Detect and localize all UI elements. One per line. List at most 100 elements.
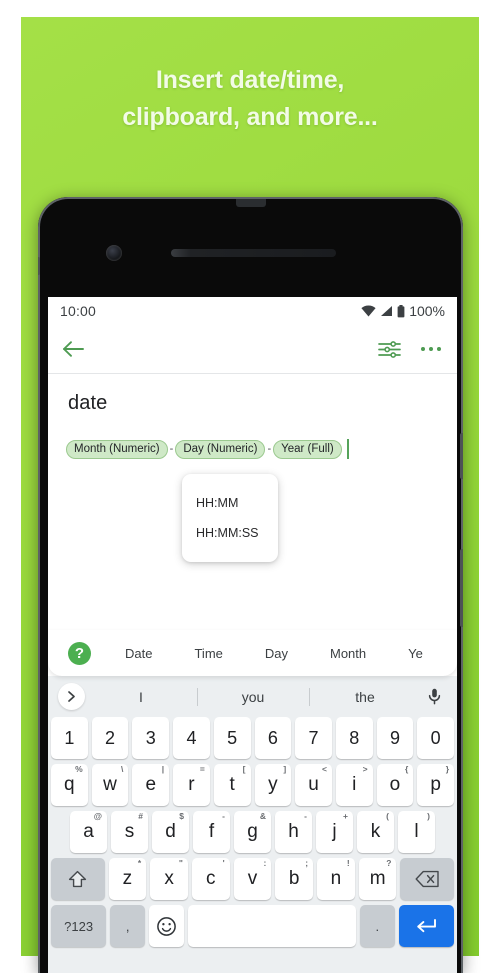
text-caret xyxy=(346,439,349,459)
promo-headline-line-2: clipboard, and more... xyxy=(122,103,378,131)
period-key[interactable]: . xyxy=(359,905,395,947)
symbols-key[interactable]: ?123 xyxy=(51,905,107,947)
key-i-sup: > xyxy=(362,764,368,774)
key-1[interactable]: 1 xyxy=(50,717,88,759)
key-y[interactable]: ] y xyxy=(254,764,292,806)
tab-year[interactable]: Ye xyxy=(408,646,423,661)
key-2[interactable]: 2 xyxy=(91,717,129,759)
key-3[interactable]: 3 xyxy=(132,717,170,759)
back-button[interactable] xyxy=(62,339,85,359)
key-z[interactable]: * z xyxy=(108,858,147,900)
suggestion-1[interactable]: I xyxy=(85,689,197,705)
space-key[interactable] xyxy=(188,905,356,947)
key-p[interactable]: } p xyxy=(417,764,455,806)
volume-button[interactable] xyxy=(460,549,463,627)
key-l[interactable]: ) l xyxy=(398,811,435,853)
key-f[interactable]: -f xyxy=(193,811,230,853)
battery-icon xyxy=(397,304,405,317)
overflow-menu-button[interactable] xyxy=(419,339,443,359)
key-s-label: s xyxy=(124,821,135,842)
editor-area: date Month (Numeric) - Day (Numeric) - Y… xyxy=(48,374,457,630)
key-t[interactable]: [t xyxy=(213,764,251,806)
token-chip-month[interactable]: Month (Numeric) xyxy=(66,439,168,459)
tab-month[interactable]: Month xyxy=(330,646,366,661)
token-chip-day[interactable]: Day (Numeric) xyxy=(175,439,266,459)
battery-percent-label: 100% xyxy=(409,303,445,319)
key-k-sup: ( xyxy=(386,811,389,821)
comma-key[interactable]: , xyxy=(110,905,146,947)
phone-device-frame: 10:00 100% date Month (Numeric) - Day (N… xyxy=(38,197,463,973)
key-0[interactable]: 0 xyxy=(417,717,455,759)
key-r[interactable]: = r xyxy=(173,764,210,806)
key-a[interactable]: @ a xyxy=(70,811,107,853)
key-m-sup: ? xyxy=(386,858,392,868)
key-h[interactable]: -h xyxy=(275,811,312,853)
voice-input-button[interactable] xyxy=(421,688,447,705)
key-j[interactable]: + j xyxy=(316,811,353,853)
key-g[interactable]: & g xyxy=(234,811,271,853)
key-i[interactable]: > i xyxy=(335,764,373,806)
key-o[interactable]: {o xyxy=(376,764,414,806)
key-r-sup: = xyxy=(199,764,205,774)
suggestion-2[interactable]: you xyxy=(197,689,309,705)
sensor-notch xyxy=(235,199,266,207)
tab-day[interactable]: Day xyxy=(265,646,288,661)
popup-item-hhmm[interactable]: HH:MM xyxy=(182,488,278,518)
key-g-label: g xyxy=(247,821,258,842)
key-8[interactable]: 8 xyxy=(335,717,373,759)
emoji-key[interactable] xyxy=(149,905,185,947)
key-s[interactable]: # s xyxy=(111,811,148,853)
key-z-sup: * xyxy=(137,858,142,868)
enter-key[interactable] xyxy=(398,905,455,947)
power-button[interactable] xyxy=(460,433,463,479)
suggestion-3[interactable]: the xyxy=(309,689,421,705)
backspace-key[interactable] xyxy=(400,858,454,900)
key-w-sup: \ xyxy=(121,764,124,774)
key-q[interactable]: % q xyxy=(50,764,88,806)
settings-tune-button[interactable] xyxy=(378,339,401,360)
key-p-sup: } xyxy=(445,764,450,774)
more-vert-icon-dot-1 xyxy=(421,347,425,351)
shift-key[interactable] xyxy=(51,858,105,900)
key-e-sup: | xyxy=(161,764,165,774)
key-i-label: i xyxy=(352,774,357,795)
key-w[interactable]: \ w xyxy=(91,764,129,806)
status-bar-clock: 10:00 xyxy=(60,303,97,319)
tab-time[interactable]: Time xyxy=(194,646,222,661)
key-c[interactable]: ' c xyxy=(191,858,230,900)
left-side-button[interactable] xyxy=(38,257,40,275)
key-q-sup: % xyxy=(75,764,83,774)
expand-suggestions-button[interactable] xyxy=(58,683,85,710)
key-b[interactable]: ; b xyxy=(275,858,314,900)
key-l-label: l xyxy=(414,821,419,842)
tab-date[interactable]: Date xyxy=(125,646,152,661)
key-m-label: m xyxy=(369,868,386,889)
key-4[interactable]: 4 xyxy=(173,717,210,759)
key-k[interactable]: (k xyxy=(357,811,394,853)
key-m[interactable]: ? m xyxy=(358,858,397,900)
key-b-sup: ; xyxy=(305,858,309,868)
popup-item-hhmmss[interactable]: HH:MM:SS xyxy=(182,518,278,548)
key-x-sup: " xyxy=(178,858,183,868)
key-d[interactable]: $ d xyxy=(152,811,189,853)
key-l-sup: ) xyxy=(427,811,430,821)
backspace-icon xyxy=(415,870,439,888)
key-p-label: p xyxy=(430,774,441,795)
key-u[interactable]: < u xyxy=(295,764,332,806)
key-x[interactable]: " x xyxy=(150,858,188,900)
key-5[interactable]: 5 xyxy=(213,717,251,759)
key-c-label: c xyxy=(206,868,216,889)
key-v-sup: : xyxy=(263,858,267,868)
key-v[interactable]: :v xyxy=(233,858,272,900)
key-e[interactable]: | e xyxy=(132,764,170,806)
token-chip-year[interactable]: Year (Full) xyxy=(273,439,342,459)
help-icon[interactable]: ? xyxy=(68,641,91,665)
key-6[interactable]: 6 xyxy=(254,717,292,759)
key-9[interactable]: 9 xyxy=(376,717,414,759)
key-7[interactable]: 7 xyxy=(295,717,332,759)
screenshot-root: Insert date/time, clipboard, and more...… xyxy=(0,0,500,973)
key-z-label: z xyxy=(122,868,133,889)
key-c-sup: ' xyxy=(222,858,225,868)
key-s-sup: # xyxy=(138,811,143,821)
key-n[interactable]: ! n xyxy=(317,858,355,900)
